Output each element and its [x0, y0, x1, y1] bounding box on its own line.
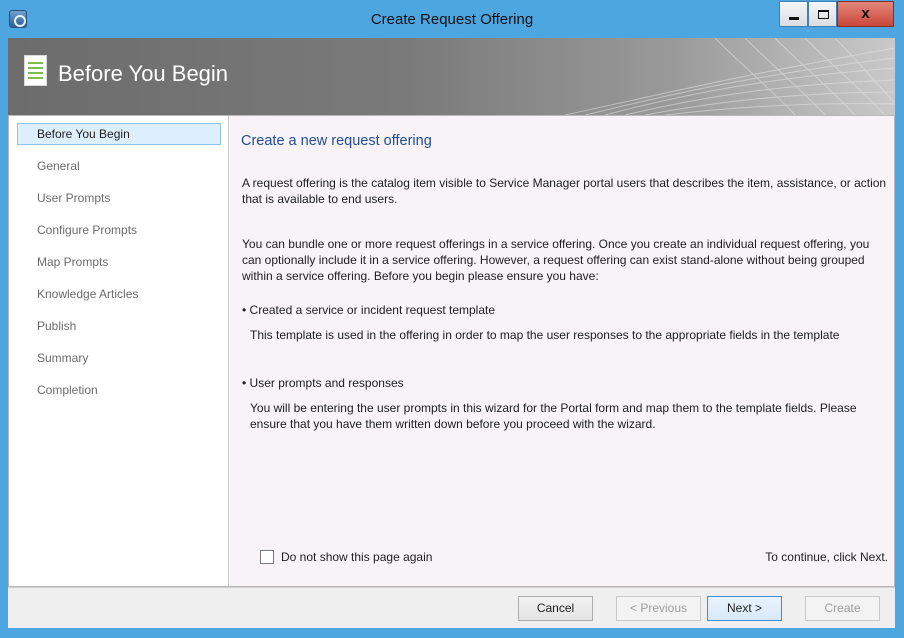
nav-item-map-prompts[interactable]: Map Prompts — [17, 251, 221, 273]
bullet-title: Created a service or incident request te… — [249, 303, 496, 317]
wizard-window: Create Request Offering x Before You Beg… — [0, 0, 904, 638]
bullet-description: You will be entering the user prompts in… — [250, 401, 857, 431]
minimize-button[interactable] — [779, 1, 808, 27]
page-title: Before You Begin — [58, 61, 229, 86]
section-heading: Create a new request offering — [241, 133, 432, 149]
intro-paragraph: A request offering is the catalog item v… — [242, 176, 887, 206]
wizard-content: Before You Begin General User Prompts Co… — [8, 115, 895, 587]
wizard-header: Before You Begin — [8, 38, 895, 115]
nav-item-completion[interactable]: Completion — [17, 379, 221, 401]
header-wave-decoration — [565, 38, 895, 115]
close-button[interactable]: x — [837, 1, 894, 27]
nav-item-summary[interactable]: Summary — [17, 347, 221, 369]
create-button[interactable]: Create — [805, 596, 880, 621]
nav-item-before-you-begin[interactable]: Before You Begin — [17, 123, 221, 145]
next-button[interactable]: Next > — [707, 596, 782, 621]
minimize-icon — [789, 17, 799, 20]
bundle-paragraph: You can bundle one or more request offer… — [242, 237, 870, 283]
previous-button[interactable]: < Previous — [616, 596, 701, 621]
do-not-show-label[interactable]: Do not show this page again — [281, 550, 432, 564]
bullet-description: This template is used in the offering in… — [250, 328, 840, 342]
document-icon — [24, 55, 47, 86]
wizard-steps-nav: Before You Begin General User Prompts Co… — [9, 116, 229, 586]
continue-hint: To continue, click Next. — [765, 550, 888, 564]
nav-item-user-prompts[interactable]: User Prompts — [17, 187, 221, 209]
bullet-item-template: • Created a service or incident request … — [242, 303, 496, 317]
maximize-icon — [818, 10, 829, 19]
window-title: Create Request Offering — [370, 11, 534, 28]
nav-item-publish[interactable]: Publish — [17, 315, 221, 337]
bullet-title: User prompts and responses — [249, 376, 404, 390]
main-panel: Create a new request offering A request … — [230, 116, 894, 586]
nav-item-configure-prompts[interactable]: Configure Prompts — [17, 219, 221, 241]
close-icon: x — [861, 5, 870, 22]
nav-item-general[interactable]: General — [17, 155, 221, 177]
button-bar: Cancel < Previous Next > Create — [8, 587, 895, 628]
cancel-button[interactable]: Cancel — [518, 596, 593, 621]
title-bar[interactable]: Create Request Offering x — [0, 0, 904, 38]
maximize-button[interactable] — [808, 1, 837, 27]
bullet-item-prompts: • User prompts and responses — [242, 376, 404, 390]
nav-item-knowledge-articles[interactable]: Knowledge Articles — [17, 283, 221, 305]
do-not-show-checkbox[interactable] — [260, 550, 274, 564]
